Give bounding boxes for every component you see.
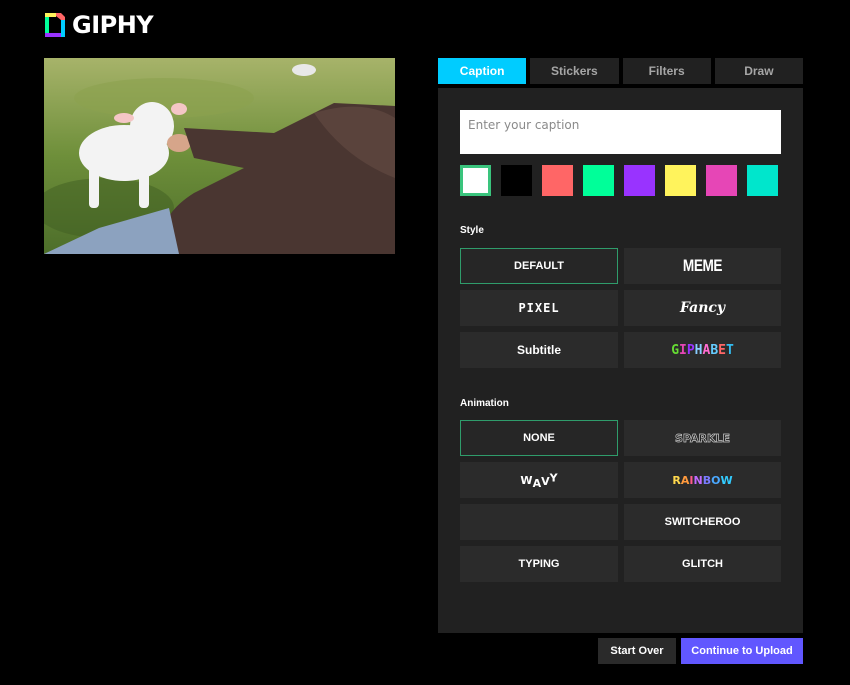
style-default-button[interactable]: DEFAULT — [460, 248, 618, 284]
label-letter: W — [720, 473, 733, 487]
animation-wavy-label: WAVY — [520, 470, 558, 490]
giphy-logo-icon — [45, 13, 65, 37]
animation-glitch-button[interactable]: GLITCH — [624, 546, 781, 582]
color-swatch[interactable] — [583, 165, 614, 196]
label-letter: G — [671, 342, 680, 358]
label-letter: V — [541, 474, 550, 488]
animation-switcheroo-button[interactable]: SWITCHEROO — [624, 504, 781, 540]
start-over-button[interactable]: Start Over — [598, 638, 676, 664]
color-swatch[interactable] — [747, 165, 778, 196]
color-swatch[interactable] — [542, 165, 573, 196]
color-swatch[interactable] — [501, 165, 532, 196]
animation-rainbow-button[interactable]: RAINBOW — [624, 462, 781, 498]
preview-image — [44, 58, 395, 254]
color-swatch[interactable] — [665, 165, 696, 196]
color-swatch[interactable] — [460, 165, 491, 196]
giphy-logo[interactable]: GIPHY — [44, 11, 154, 39]
color-swatches — [460, 165, 778, 196]
label-letter: A — [532, 476, 542, 490]
continue-to-upload-button[interactable]: Continue to Upload — [681, 638, 803, 664]
editor-tabs: Caption Stickers Filters Draw — [438, 58, 803, 84]
label-letter: Y — [549, 470, 558, 484]
style-subtitle-button[interactable]: Subtitle — [460, 332, 618, 368]
animation-sparkle-label: SPARKLE — [674, 431, 731, 445]
tab-filters[interactable]: Filters — [622, 58, 711, 84]
style-giphabet-button[interactable]: GIPHABET — [624, 332, 781, 368]
style-pixel-label: PIXEL — [518, 301, 560, 315]
animation-sparkle-button[interactable]: SPARKLE — [624, 420, 781, 456]
animation-none-button[interactable]: NONE — [460, 420, 618, 456]
style-default-label: DEFAULT — [514, 260, 564, 272]
label-letter: T — [725, 342, 734, 358]
color-swatch[interactable] — [706, 165, 737, 196]
style-options: DEFAULT MEME PIXEL Fancy Subtitle GIPHAB… — [460, 248, 781, 368]
style-meme-button[interactable]: MEME — [624, 248, 781, 284]
color-swatch[interactable] — [624, 165, 655, 196]
animation-typing-label: TYPING — [518, 558, 560, 570]
caption-panel: Style DEFAULT MEME PIXEL Fancy Subtitle … — [438, 88, 803, 633]
animation-glitch-label: GLITCH — [682, 558, 723, 570]
gif-preview — [44, 58, 395, 254]
label-letter: B — [702, 473, 712, 487]
caption-input[interactable] — [460, 110, 781, 154]
label-letter: E — [718, 342, 726, 358]
animation-rainbow-label: RAINBOW — [672, 474, 732, 487]
animation-switcheroo-label: SWITCHEROO — [664, 516, 741, 528]
animation-wavy-button[interactable]: WAVY — [460, 462, 618, 498]
label-letter: N — [693, 473, 703, 487]
style-giphabet-label: GIPHABET — [671, 343, 734, 358]
tab-stickers[interactable]: Stickers — [530, 58, 619, 84]
style-fancy-button[interactable]: Fancy — [624, 290, 781, 326]
animation-blank-button[interactable] — [460, 504, 618, 540]
animation-options: NONE SPARKLE WAVY RAINBOW SWITCHEROO TYP… — [460, 420, 781, 582]
tab-draw[interactable]: Draw — [714, 58, 803, 84]
label-letter: I — [679, 342, 687, 358]
style-pixel-button[interactable]: PIXEL — [460, 290, 618, 326]
label-letter: R — [672, 473, 681, 487]
logo-text: GIPHY — [72, 11, 154, 39]
animation-none-label: NONE — [523, 432, 555, 444]
animation-typing-button[interactable]: TYPING — [460, 546, 618, 582]
style-meme-label: MEME — [682, 256, 723, 275]
label-letter: H — [694, 342, 703, 358]
style-subtitle-label: Subtitle — [517, 343, 561, 357]
tab-caption[interactable]: Caption — [438, 58, 527, 84]
style-fancy-label: Fancy — [679, 300, 726, 316]
animation-label: Animation — [460, 398, 509, 409]
label-letter: B — [710, 342, 719, 358]
style-label: Style — [460, 225, 484, 236]
label-letter: P — [686, 342, 695, 358]
label-letter: W — [520, 473, 533, 487]
